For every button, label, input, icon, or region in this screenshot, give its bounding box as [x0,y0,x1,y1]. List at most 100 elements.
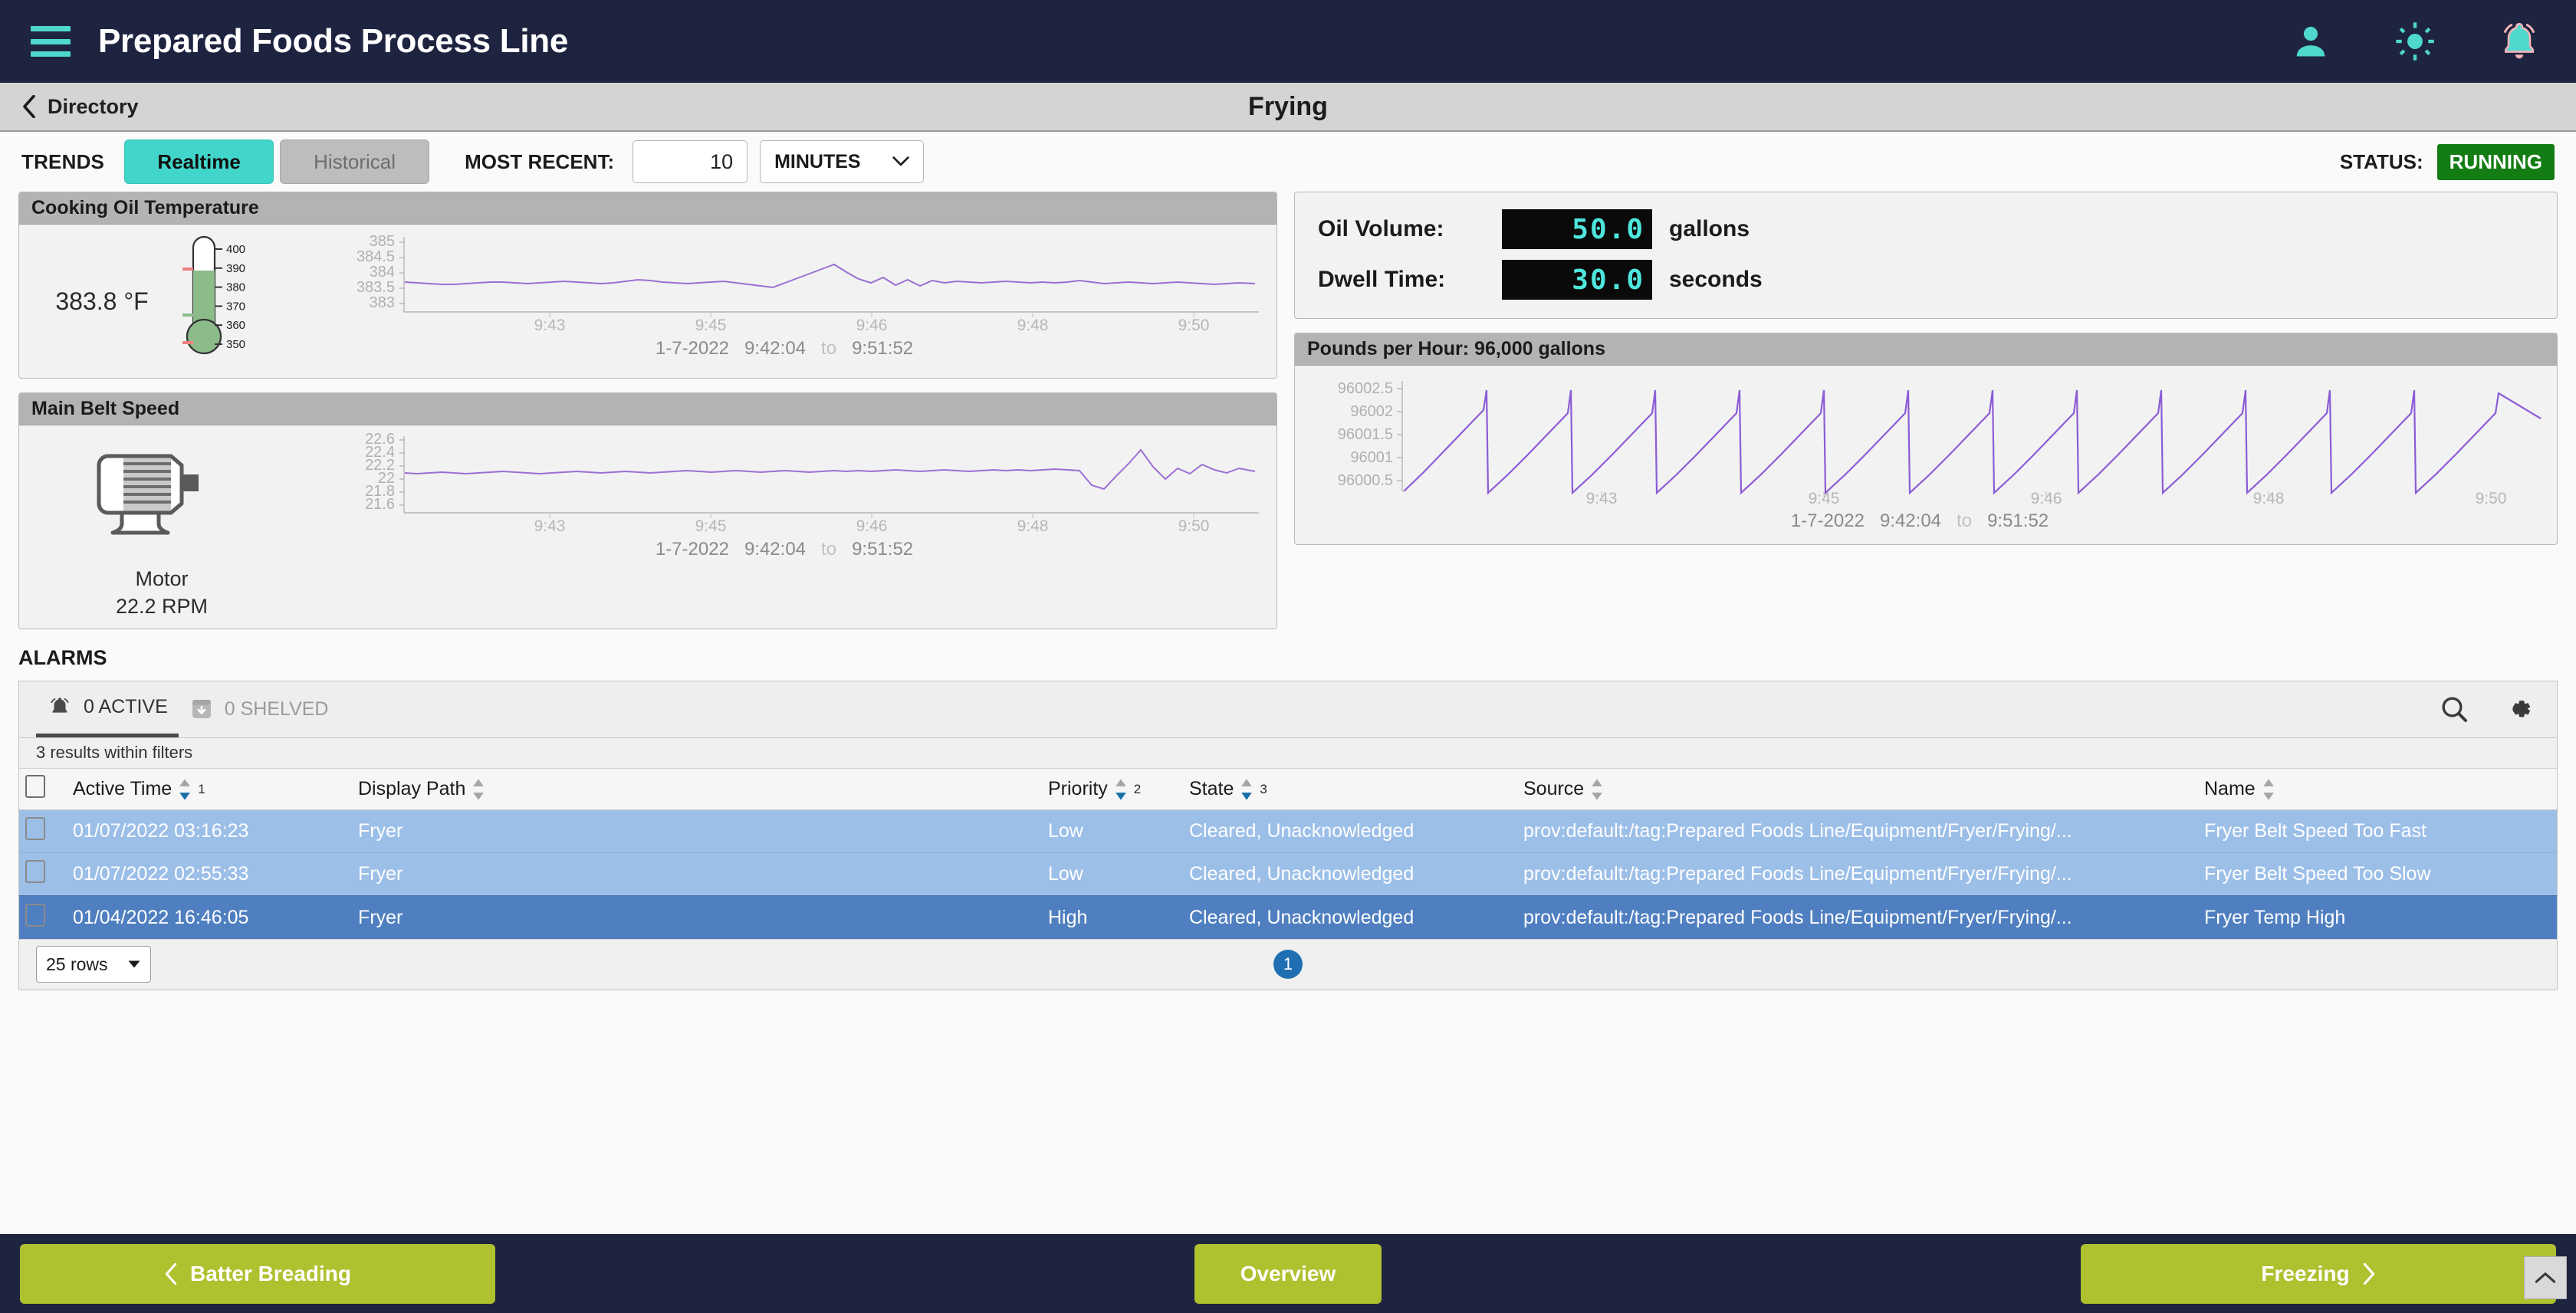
scroll-to-top-button[interactable] [2524,1256,2567,1299]
sort-icon [2262,778,2274,800]
readout-row: Dwell Time: 30.0 seconds [1318,260,2534,300]
pagination: 1 [19,950,2557,980]
tab-active-alarms[interactable]: 0 ACTIVE [36,681,179,737]
row-select-cell[interactable] [19,852,67,896]
belt-speed-trend-chart[interactable]: 22.6 22.4 22.2 22 21.8 21.6 9:43 9:45 9:… [304,425,1276,629]
main-content: Cooking Oil Temperature 383.8 °F 400 390… [0,192,2576,629]
search-icon[interactable] [2439,694,2469,724]
pph-range-start: 9:42:04 [1879,510,1942,531]
svg-text:96002: 96002 [1350,403,1393,420]
oil-temp-range-start: 9:42:04 [744,338,807,359]
dwell-time-unit: seconds [1669,267,1763,292]
svg-text:9:43: 9:43 [534,317,566,334]
user-icon[interactable] [2289,20,2332,63]
row-checkbox[interactable] [25,817,45,841]
chevron-right-icon [2363,1262,2374,1285]
pph-trend-chart[interactable]: 96002.5 96002 96001.5 96001 96000.5 9:43… [1295,366,2557,544]
alarm-bell-icon[interactable] [2498,20,2541,63]
shelve-icon [192,700,211,719]
belt-speed-range-start: 9:42:04 [744,539,807,560]
select-all-checkbox[interactable] [25,775,45,799]
column-header-priority[interactable]: Priority 2 [1042,768,1183,811]
rows-per-page-select[interactable]: 25 rows [36,946,151,983]
sort-icon [1241,778,1253,800]
tab-historical[interactable]: Historical [280,140,430,184]
table-header-row: Active Time 1 Display Path Priority 2 St… [19,768,2557,811]
nav-overview[interactable]: Overview [1194,1243,1382,1304]
readout-row: Oil Volume: 50.0 gallons [1318,209,2534,249]
sort-icon [1592,778,1603,800]
tab-realtime[interactable]: Realtime [124,140,274,184]
pph-range: 1-7-2022 9:42:04 to 9:51:52 [1295,510,2545,540]
oil-temp-trend-chart[interactable]: 385 384.5 384 383.5 383 9:43 9:45 9:46 9… [304,225,1276,378]
trends-label: TRENDS [21,149,105,173]
panel-pounds-per-hour: Pounds per Hour: 96,000 gallons 96002.5 … [1294,333,2558,545]
gear-icon[interactable] [2502,693,2534,725]
column-header-source[interactable]: Source [1517,768,2198,811]
unit-value: MINUTES [774,150,861,172]
row-checkbox[interactable] [25,860,45,884]
svg-text:380: 380 [226,281,245,294]
svg-text:9:45: 9:45 [695,317,727,334]
svg-text:9:46: 9:46 [856,317,888,334]
row-select-cell[interactable] [19,895,67,939]
table-row[interactable]: 01/04/2022 16:46:05 Fryer High Cleared, … [19,895,2557,939]
tab-shelved-alarms[interactable]: 0 SHELVED [179,681,340,737]
chevron-left-icon [165,1262,177,1285]
column-label-name: Name [2204,778,2256,800]
row-checkbox[interactable] [25,903,45,927]
column-header-state[interactable]: State 3 [1183,768,1517,811]
cell-display-path: Fryer [352,809,1042,853]
nav-next-freezing[interactable]: Freezing [2081,1243,2556,1304]
svg-text:9:48: 9:48 [1017,317,1049,334]
column-header-name[interactable]: Name [2198,768,2557,811]
cell-source: prov:default:/tag:Prepared Foods Line/Eq… [1517,809,2198,853]
hamburger-icon[interactable] [31,26,71,57]
panel-cooking-oil-temperature: Cooking Oil Temperature 383.8 °F 400 390… [18,192,1277,379]
status-badge: RUNNING [2436,143,2555,180]
directory-bar: Directory Frying [0,83,2576,132]
svg-text:9:45: 9:45 [695,517,727,535]
sort-icon [473,778,485,800]
column-label-source: Source [1523,778,1585,800]
cell-priority: Low [1042,809,1183,853]
trend-mode-toggle: Realtime Historical [124,140,430,184]
cell-source: prov:default:/tag:Prepared Foods Line/Eq… [1517,852,2198,896]
pph-range-date: 1-7-2022 [1790,510,1865,531]
panel-main-belt-speed: Main Belt Speed Motor 22.2 RPM 22.6 22.4… [18,392,1277,629]
belt-speed-range: 1-7-2022 9:42:04 to 9:51:52 [304,539,1264,568]
back-to-directory-link[interactable]: Directory [21,95,139,119]
column-header-active-time[interactable]: Active Time 1 [67,768,352,811]
cell-display-path: Fryer [352,852,1042,896]
svg-text:96001: 96001 [1350,449,1393,466]
panel-title-oil-temp: Cooking Oil Temperature [19,192,1276,225]
select-all-header[interactable] [19,768,67,811]
pph-range-end: 9:51:52 [1987,510,2049,531]
cell-active-time: 01/07/2022 03:16:23 [67,809,352,853]
column-header-display-path[interactable]: Display Path [352,768,1042,811]
dwell-time-display: 30.0 [1502,260,1652,300]
pph-range-to: to [1957,510,1973,531]
motor-caption: Motor 22.2 RPM [116,565,208,621]
svg-text:21.6: 21.6 [365,496,395,513]
column-label-display-path: Display Path [358,778,466,800]
header-actions [2289,20,2541,63]
cell-active-time: 01/04/2022 16:46:05 [67,895,352,939]
table-row[interactable]: 01/07/2022 03:16:23 Fryer Low Cleared, U… [19,809,2557,853]
svg-text:384.5: 384.5 [356,248,395,265]
table-row[interactable]: 01/07/2022 02:55:33 Fryer Low Cleared, U… [19,852,2557,896]
oil-temp-range-to: to [821,338,837,359]
page-number-1[interactable]: 1 [1273,950,1303,980]
oil-temp-range: 1-7-2022 9:42:04 to 9:51:52 [304,338,1264,367]
brightness-icon[interactable] [2394,20,2436,63]
nav-previous-batter-breading[interactable]: Batter Breading [20,1243,495,1304]
most-recent-unit-select[interactable]: MINUTES [760,140,925,183]
sort-order-priority: 2 [1133,781,1142,796]
nav-next-label: Freezing [2261,1261,2350,1285]
row-select-cell[interactable] [19,809,67,853]
oil-volume-unit: gallons [1669,216,1750,241]
motor-icon [97,454,199,535]
page-title: Frying [1248,91,1328,121]
alarm-tab-bar: 0 ACTIVE 0 SHELVED [19,681,2557,738]
most-recent-amount-input[interactable]: 10 [632,140,748,183]
